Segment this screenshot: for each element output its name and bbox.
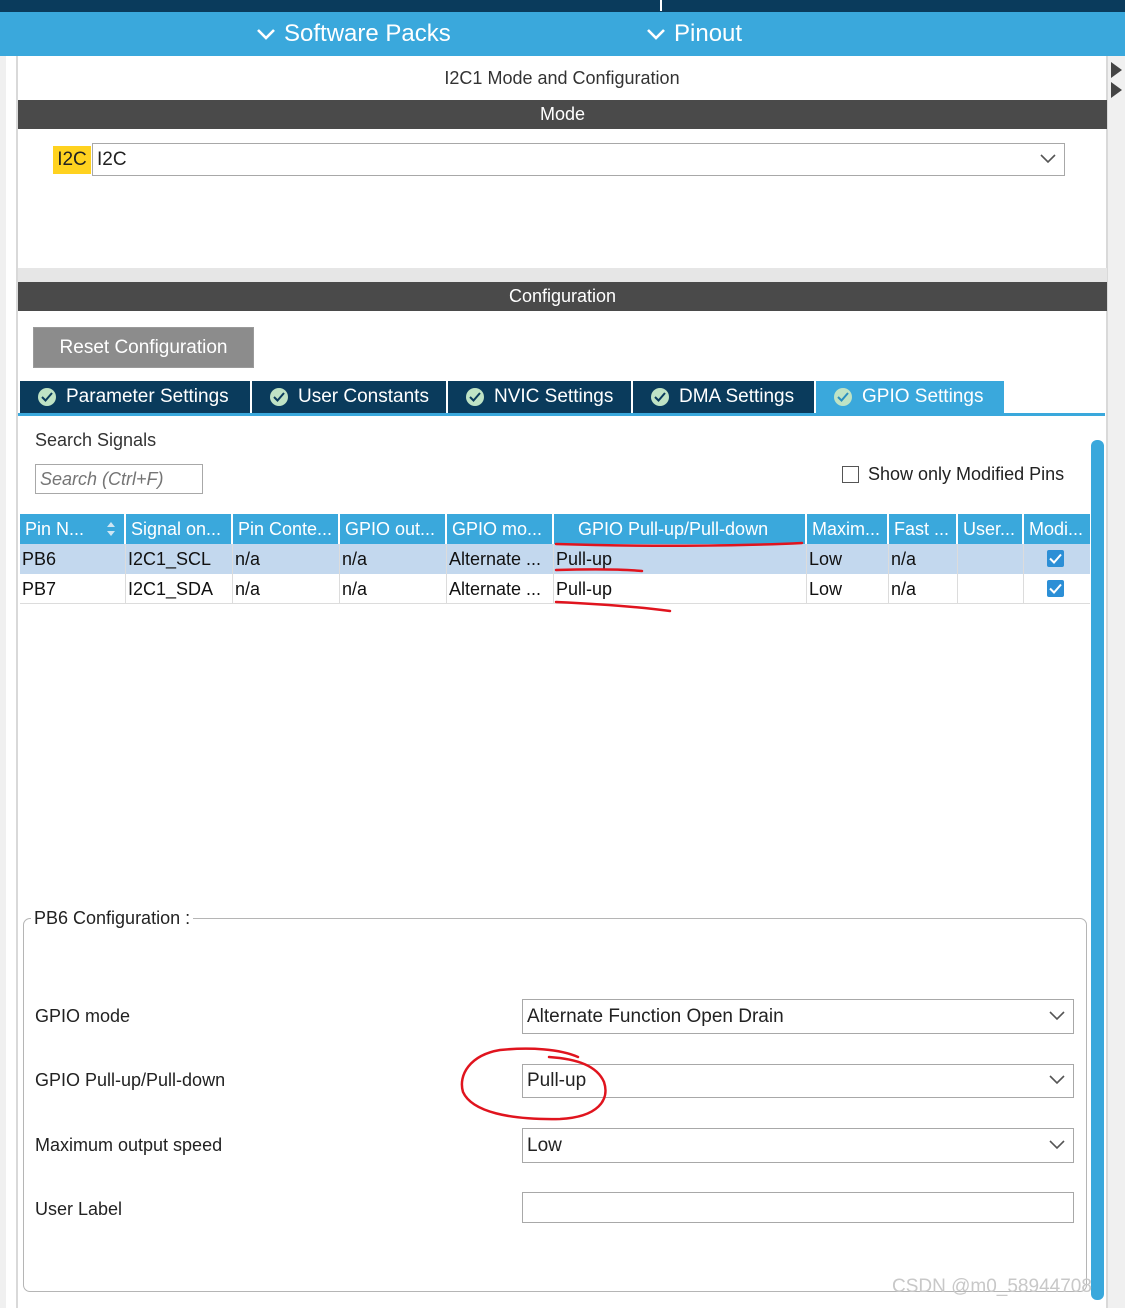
tab-label: NVIC Settings bbox=[494, 386, 614, 407]
cell-output: n/a bbox=[340, 544, 447, 574]
sort-arrows-icon bbox=[107, 522, 115, 536]
chevron-down-icon bbox=[1049, 1010, 1065, 1020]
pin-configuration-group bbox=[23, 918, 1087, 1292]
column-header-max-speed[interactable]: Maxim... bbox=[807, 514, 889, 544]
cell-modified bbox=[1024, 574, 1090, 604]
cell-pin: PB6 bbox=[20, 544, 126, 574]
max-output-speed-select[interactable]: Low bbox=[522, 1128, 1074, 1163]
toolbar: Software Packs Pinout bbox=[0, 12, 1125, 56]
section-divider bbox=[18, 268, 1107, 282]
column-header-signal[interactable]: Signal on... bbox=[126, 514, 233, 544]
check-circle-icon bbox=[834, 388, 852, 406]
gpio-mode-label: GPIO mode bbox=[35, 1006, 131, 1026]
cell-signal: I2C1_SDA bbox=[126, 574, 233, 604]
cell-user bbox=[958, 574, 1024, 604]
checkbox-checked-icon[interactable] bbox=[1047, 580, 1064, 597]
cell-context: n/a bbox=[233, 544, 340, 574]
check-circle-icon bbox=[651, 388, 669, 406]
cell-speed: Low bbox=[807, 544, 889, 574]
gpio-mode-select[interactable]: Alternate Function Open Drain bbox=[522, 999, 1074, 1034]
max-output-speed-value: Low bbox=[527, 1134, 562, 1156]
column-header-pin-context[interactable]: Pin Conte... bbox=[233, 514, 340, 544]
user-label-label: User Label bbox=[35, 1199, 123, 1219]
column-header-label: Pin N... bbox=[25, 519, 85, 539]
configuration-section-header: Configuration bbox=[18, 282, 1107, 311]
column-header-fast-mode[interactable]: Fast ... bbox=[889, 514, 958, 544]
gpio-pull-label: GPIO Pull-up/Pull-down bbox=[35, 1070, 226, 1090]
gpio-pull-value: Pull-up bbox=[527, 1070, 587, 1091]
mode-label: I2C bbox=[53, 146, 91, 174]
column-header-gpio-mode[interactable]: GPIO mo... bbox=[447, 514, 554, 544]
check-circle-icon bbox=[270, 388, 288, 406]
mode-section-header: Mode bbox=[18, 100, 1107, 129]
top-tab-right[interactable] bbox=[662, 0, 1125, 11]
cell-pull: Pull-up bbox=[554, 544, 807, 574]
column-header-gpio-output[interactable]: GPIO out... bbox=[340, 514, 447, 544]
cell-user bbox=[958, 544, 1024, 574]
check-circle-icon bbox=[466, 388, 484, 406]
i2c-mode-value: I2C bbox=[97, 148, 127, 170]
tab-label: User Constants bbox=[298, 386, 429, 407]
chevron-down-icon bbox=[647, 29, 665, 40]
vertical-scrollbar[interactable] bbox=[1091, 440, 1104, 1300]
cell-fast: n/a bbox=[889, 574, 958, 604]
tab-dma-settings[interactable]: DMA Settings bbox=[633, 381, 816, 413]
tab-user-constants[interactable]: User Constants bbox=[252, 381, 448, 413]
show-modified-pins-toggle[interactable]: Show only Modified Pins bbox=[842, 464, 1064, 485]
pin-configuration-title: PB6 Configuration : bbox=[31, 908, 194, 929]
chevron-down-icon bbox=[1049, 1075, 1065, 1085]
tab-nvic-settings[interactable]: NVIC Settings bbox=[448, 381, 633, 413]
cell-fast: n/a bbox=[889, 544, 958, 574]
table-row[interactable]: PB6 I2C1_SCL n/a n/a Alternate ... Pull-… bbox=[20, 544, 1090, 574]
chevron-down-icon bbox=[1049, 1139, 1065, 1149]
watermark: CSDN @m0_58944708 bbox=[892, 1276, 1092, 1297]
column-header-gpio-pull[interactable]: GPIO Pull-up/Pull-down bbox=[554, 514, 807, 544]
checkbox-checked-icon[interactable] bbox=[1047, 550, 1064, 567]
pinout-label: Pinout bbox=[674, 20, 743, 47]
gpio-pull-select[interactable]: Pull-up bbox=[522, 1064, 1074, 1098]
tab-label: Parameter Settings bbox=[66, 386, 229, 407]
reset-configuration-button[interactable]: Reset Configuration bbox=[33, 327, 254, 368]
column-header-pin[interactable]: Pin N... bbox=[20, 514, 126, 544]
gpio-mode-value: Alternate Function Open Drain bbox=[527, 1005, 784, 1027]
cell-context: n/a bbox=[233, 574, 340, 604]
cell-modified bbox=[1024, 544, 1090, 574]
tab-label: DMA Settings bbox=[679, 386, 795, 407]
cell-output: n/a bbox=[340, 574, 447, 604]
show-modified-checkbox[interactable] bbox=[842, 466, 859, 483]
search-signals-label: Search Signals bbox=[35, 430, 157, 450]
collapse-arrows-icon[interactable] bbox=[1110, 60, 1123, 100]
software-packs-menu[interactable]: Software Packs bbox=[256, 20, 451, 48]
cell-pull: Pull-up bbox=[554, 574, 807, 604]
chevron-down-icon bbox=[1040, 153, 1056, 163]
show-modified-label: Show only Modified Pins bbox=[868, 464, 1065, 484]
tab-gpio-settings[interactable]: GPIO Settings bbox=[816, 381, 1004, 413]
software-packs-label: Software Packs bbox=[284, 20, 451, 47]
check-circle-icon bbox=[38, 388, 56, 406]
max-output-speed-label: Maximum output speed bbox=[35, 1135, 223, 1155]
chevron-down-icon bbox=[257, 29, 275, 40]
i2c-mode-select[interactable]: I2C bbox=[92, 143, 1065, 176]
search-input[interactable] bbox=[35, 464, 203, 494]
right-gutter bbox=[1108, 56, 1125, 1308]
column-header-modified[interactable]: Modi... bbox=[1024, 514, 1090, 544]
cell-speed: Low bbox=[807, 574, 889, 604]
page-title: I2C1 Mode and Configuration bbox=[444, 68, 680, 88]
gpio-table: Pin N... Signal on... Pin Conte... GPIO … bbox=[20, 514, 1090, 606]
top-tab-strip bbox=[0, 0, 1125, 12]
column-header-user-label[interactable]: User... bbox=[958, 514, 1024, 544]
cell-pin: PB7 bbox=[20, 574, 126, 604]
left-gutter bbox=[0, 56, 6, 1308]
tab-label: GPIO Settings bbox=[862, 386, 984, 407]
tab-parameter-settings[interactable]: Parameter Settings bbox=[20, 381, 252, 413]
top-tab-left[interactable] bbox=[30, 0, 662, 11]
table-row[interactable]: PB7 I2C1_SDA n/a n/a Alternate ... Pull-… bbox=[20, 574, 1090, 604]
cell-signal: I2C1_SCL bbox=[126, 544, 233, 574]
cell-mode: Alternate ... bbox=[447, 574, 554, 604]
user-label-field[interactable] bbox=[522, 1192, 1074, 1223]
cell-mode: Alternate ... bbox=[447, 544, 554, 574]
pinout-menu[interactable]: Pinout bbox=[646, 20, 742, 48]
